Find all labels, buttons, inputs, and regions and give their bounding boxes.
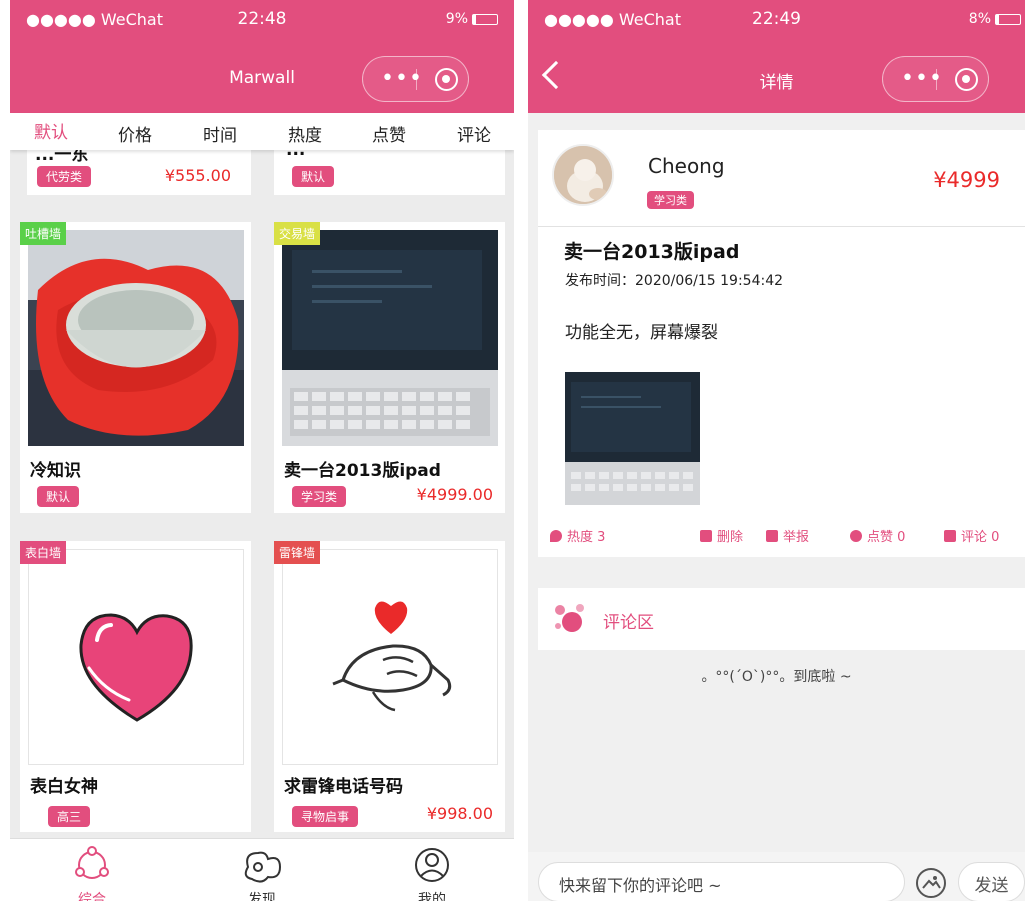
author-name: Cheong — [648, 154, 725, 178]
card-tag: 代劳类 — [37, 166, 92, 187]
end-of-list: 。°°(´O`)°°。到底啦 ~ — [701, 669, 852, 685]
post-image — [282, 230, 498, 446]
status-time: 22:48 — [237, 9, 287, 29]
card-tag: 学习类 — [292, 486, 347, 507]
battery: 8% — [969, 11, 1021, 27]
card-price: ¥555.00 — [164, 166, 231, 185]
bubbles-icon — [555, 604, 584, 632]
battery-percent: 9% — [445, 11, 468, 27]
laptop-photo — [565, 372, 700, 505]
post-price: ¥4999 — [933, 168, 1000, 192]
sort-tabs: 默认 价格 时间 热度 点赞 评论 — [10, 113, 514, 150]
laptop-photo — [282, 230, 498, 446]
tab-time[interactable]: 时间 — [203, 121, 237, 146]
post-image — [282, 549, 498, 765]
post-detail: Cheong 学习类 ¥4999 卖一台2013版ipad 发布时间：2020/… — [538, 130, 1025, 557]
home-rings-icon — [75, 846, 109, 879]
avatar-image — [554, 146, 612, 204]
close-target-icon[interactable] — [435, 68, 458, 91]
nav-home-label: 综合 — [78, 892, 106, 901]
like-icon — [850, 530, 862, 542]
post-card[interactable]: 吐槽墙 冷知识 默认 — [20, 222, 251, 513]
heat-label: 热度 3 — [567, 530, 606, 545]
comments-label: 评论区 — [603, 613, 654, 633]
trash-icon — [700, 530, 712, 542]
card-tag: 默认 — [292, 166, 335, 187]
wall-badge: 表白墙 — [20, 541, 67, 564]
comment-input[interactable]: 快来留下你的评论吧 ~ — [538, 862, 905, 901]
report-button[interactable]: 举报 — [766, 526, 809, 545]
comment-icon — [944, 530, 956, 542]
card-tag: 默认 — [37, 486, 80, 507]
card-title: 表白女神 — [30, 777, 98, 797]
divider — [538, 226, 1025, 227]
bottom-nav: 综合 发现 我的 — [10, 838, 514, 901]
tab-default[interactable]: 默认 — [34, 118, 68, 143]
user-icon — [415, 848, 449, 882]
card-title: 冷知识 — [30, 461, 81, 481]
delete-button[interactable]: 删除 — [700, 526, 743, 545]
battery-icon — [472, 13, 498, 25]
avatar[interactable] — [552, 144, 614, 206]
heat-indicator: 热度 3 — [550, 526, 605, 545]
nav-bar: 详情 ••• — [528, 40, 1025, 113]
post-card[interactable]: 表白墙 表白女神 高三 — [20, 541, 251, 832]
card-tag: 寻物启事 — [292, 806, 359, 827]
status-time: 22:49 — [752, 9, 801, 29]
card-price: ¥998.00 — [426, 804, 493, 823]
post-body: 功能全无，屏幕爆裂 — [565, 323, 718, 343]
status-bar: ●●●●● WeChat 22:49 8% — [528, 0, 1025, 40]
tab-comments[interactable]: 评论 — [457, 121, 491, 146]
image-upload-icon[interactable] — [916, 868, 946, 898]
card-title: 求雷锋电话号码 — [284, 777, 403, 797]
wall-badge: 雷锋墙 — [274, 541, 321, 564]
post-image[interactable] — [565, 372, 700, 505]
wall-badge: 吐槽墙 — [20, 222, 67, 245]
post-card[interactable]: 交易墙 卖一台2013版ipad 学习类 ¥4999.00 — [274, 222, 505, 513]
like-button[interactable]: 点赞 0 — [850, 526, 905, 545]
battery-icon — [995, 13, 1021, 25]
battery-percent: 8% — [968, 11, 991, 27]
card-price: ¥4999.00 — [416, 485, 493, 504]
comment-button[interactable]: 评论 0 — [944, 526, 999, 545]
comment-label: 评论 0 — [961, 530, 1000, 545]
post-actions: 热度 3 删除 举报 点赞 0 评论 0 — [538, 526, 1025, 546]
nav-bar: Marwall ••• — [10, 40, 514, 113]
send-button[interactable]: 发送 — [958, 862, 1025, 901]
delete-label: 删除 — [717, 530, 744, 545]
flame-icon — [550, 530, 562, 542]
heart-icon — [79, 613, 193, 722]
post-title: 卖一台2013版ipad — [564, 241, 740, 263]
post-card[interactable]: 雷锋墙 求雷锋电话号码 寻物启事 ¥998.00 — [274, 541, 505, 832]
alarm-icon — [766, 530, 778, 542]
tab-heat[interactable]: 热度 — [288, 121, 322, 146]
comments-section: 评论区 — [538, 588, 1025, 650]
discover-icon — [244, 851, 282, 883]
wall-badge: 交易墙 — [274, 222, 321, 245]
nav-discover-label: 发现 — [248, 892, 276, 901]
tab-price[interactable]: 价格 — [118, 121, 152, 146]
card-tag: 高三 — [48, 806, 91, 827]
post-time: 发布时间：2020/06/15 19:54:42 — [565, 273, 784, 289]
comment-input-bar: 快来留下你的评论吧 ~ 发送 — [528, 852, 1025, 901]
tab-likes[interactable]: 点赞 — [372, 121, 406, 146]
left-screen: ●●●●● WeChat 22:48 9% Marwall ••• 默认 价格 … — [10, 0, 514, 901]
author-tag: 学习类 — [647, 191, 694, 209]
right-screen: ●●●●● WeChat 22:49 8% 详情 ••• Cheong 学习类 … — [528, 0, 1025, 901]
report-label: 举报 — [783, 530, 810, 545]
card-title: 卖一台2013版ipad — [284, 461, 441, 481]
mini-program-capsule: ••• — [882, 56, 989, 102]
hands-heart-icon — [332, 601, 452, 712]
status-bar: ●●●●● WeChat 22:48 9% — [10, 0, 514, 40]
like-label: 点赞 0 — [867, 530, 906, 545]
bowl-photo — [28, 230, 244, 446]
battery: 9% — [446, 11, 498, 27]
mini-program-capsule: ••• — [362, 56, 469, 102]
close-target-icon[interactable] — [955, 68, 978, 91]
nav-me-label: 我的 — [418, 892, 446, 901]
post-image — [28, 230, 244, 446]
post-image — [28, 549, 244, 765]
